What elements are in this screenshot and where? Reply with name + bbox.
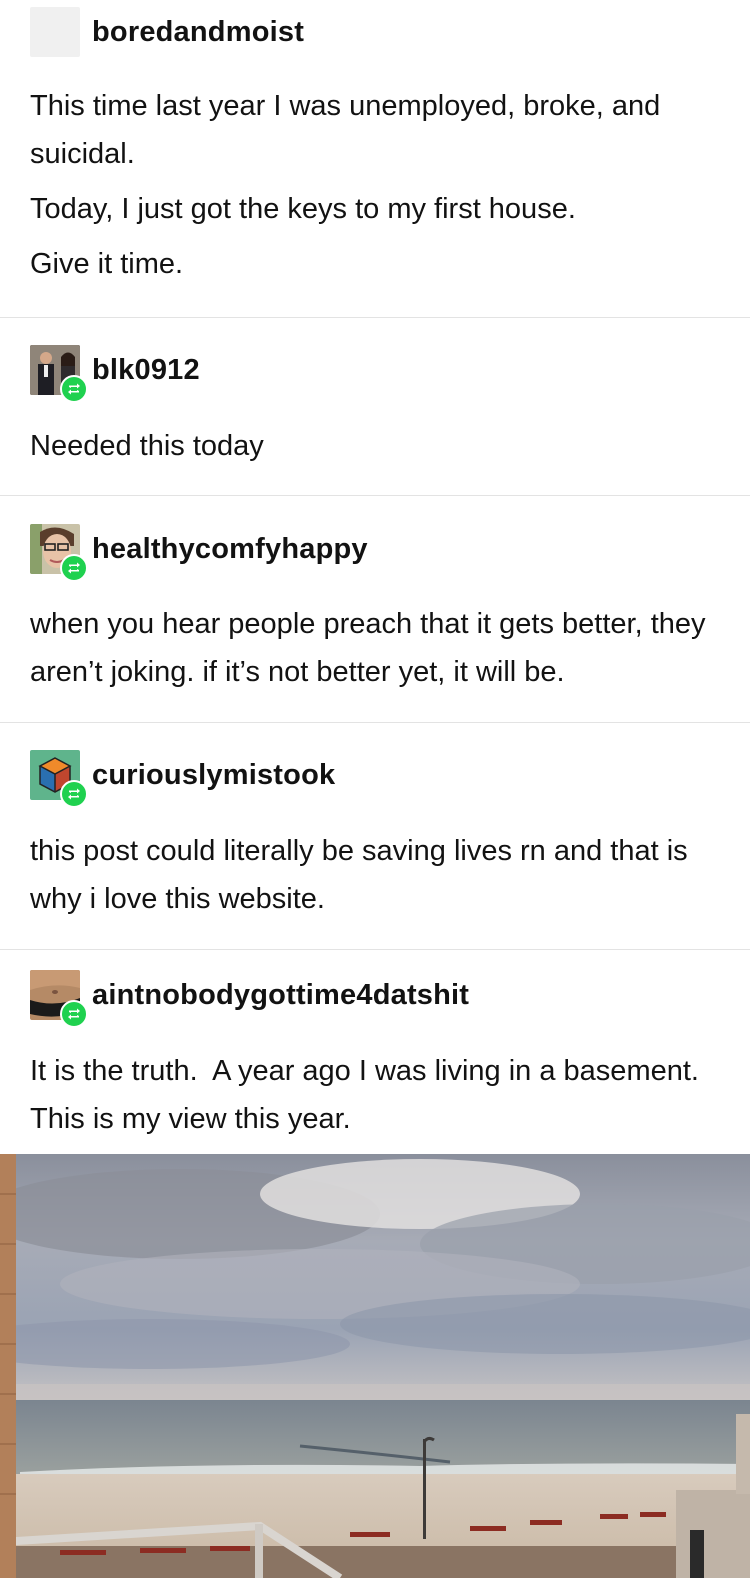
username[interactable]: aintnobodygottime4datshit <box>92 979 469 1012</box>
paragraph: It is the truth. A year ago I was living… <box>30 1055 715 1135</box>
selfie-glasses-avatar-icon[interactable] <box>30 524 88 582</box>
post-aintnobodygottime4datshit: aintnobodygottime4datshit It is the trut… <box>0 950 750 1154</box>
post-body: It is the truth. A year ago I was living… <box>30 1047 730 1143</box>
paragraph: this post could literally be saving live… <box>30 835 688 915</box>
username[interactable]: boredandmoist <box>92 16 304 49</box>
paragraph: This time last year I was unemployed, br… <box>30 90 661 170</box>
post-curiouslymistook: curiouslymistook this post could literal… <box>0 723 750 950</box>
cube-avatar-icon[interactable] <box>30 750 88 808</box>
torso-photo-avatar-icon[interactable] <box>30 970 88 1028</box>
post-body: Needed this today <box>30 422 730 470</box>
reblog-icon <box>60 1000 88 1028</box>
post-healthycomfyhappy: healthycomfyhappy when you hear people p… <box>0 496 750 723</box>
post-blk0912: blk0912 Needed this today <box>0 318 750 496</box>
beach-view-icon <box>0 1154 750 1578</box>
username[interactable]: blk0912 <box>92 354 200 387</box>
paragraph: Needed this today <box>30 430 264 462</box>
paragraph: Today, I just got the keys to my first h… <box>30 193 576 225</box>
username[interactable]: healthycomfyhappy <box>92 533 368 566</box>
post-header: curiouslymistook <box>30 750 335 808</box>
post-body: when you hear people preach that it gets… <box>30 600 730 696</box>
post-body: this post could literally be saving live… <box>30 827 730 923</box>
reblog-icon <box>60 554 88 582</box>
post-boredandmoist: boredandmoist This time last year I was … <box>0 0 750 318</box>
paragraph: when you hear people preach that it gets… <box>30 608 706 688</box>
username[interactable]: curiouslymistook <box>92 759 335 792</box>
reblog-icon <box>60 780 88 808</box>
post-header: boredandmoist <box>30 7 304 57</box>
post-header: healthycomfyhappy <box>30 524 368 582</box>
beach-view-photo[interactable] <box>0 1154 750 1578</box>
blank-avatar-icon[interactable] <box>30 7 80 57</box>
reblog-icon <box>60 375 88 403</box>
post-body: This time last year I was unemployed, br… <box>30 82 730 288</box>
couple-photo-avatar-icon[interactable] <box>30 345 88 403</box>
post-header: blk0912 <box>30 345 200 403</box>
post-header: aintnobodygottime4datshit <box>30 970 469 1028</box>
paragraph: Give it time. <box>30 248 184 280</box>
